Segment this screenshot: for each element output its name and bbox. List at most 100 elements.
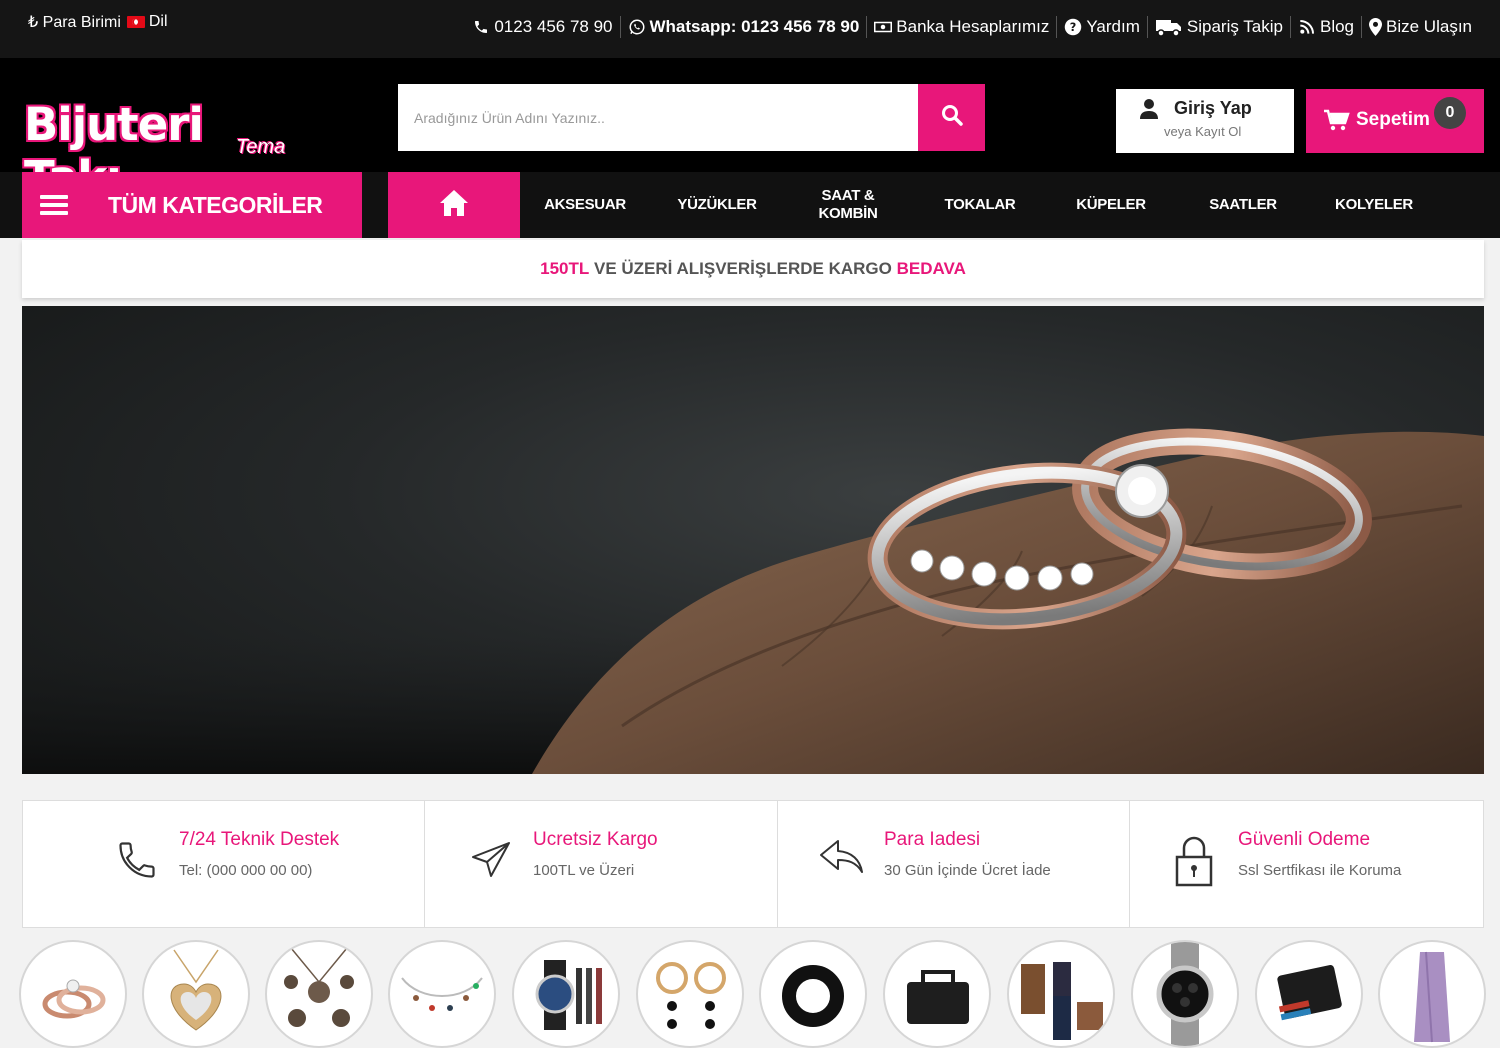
category-circle[interactable] xyxy=(19,940,127,1048)
lock-icon xyxy=(1174,835,1222,887)
login-subtitle: veya Kayıt Ol xyxy=(1164,124,1242,139)
wallet-icon xyxy=(1277,965,1342,1021)
feature-subtitle: 100TL ve Üzeri xyxy=(533,862,635,879)
top-bar-left: ₺ Para Birimi Dil xyxy=(28,12,168,32)
category-circle[interactable] xyxy=(512,940,620,1048)
feature-title: Ucretsiz Kargo xyxy=(533,829,658,850)
currency-selector[interactable]: ₺ Para Birimi xyxy=(28,12,121,32)
category-circle[interactable] xyxy=(142,940,250,1048)
category-circle[interactable] xyxy=(388,940,496,1048)
scarf-icon xyxy=(1414,951,1450,1043)
top-bar-links: 0123 456 78 90 Whatsapp: 0123 456 78 90 … xyxy=(465,16,1472,38)
top-link-help[interactable]: ? Yardım xyxy=(1057,16,1148,38)
category-circle[interactable] xyxy=(1378,940,1486,1048)
question-icon: ? xyxy=(1064,18,1082,36)
category-circle[interactable] xyxy=(636,940,744,1048)
feature-secure-payment: Güvenli Odeme Ssl Sertfikası ile Koruma xyxy=(1130,801,1483,927)
all-categories-label: TÜM KATEGORİLER xyxy=(108,191,323,218)
feature-subtitle: Ssl Sertfikası ile Koruma xyxy=(1238,862,1402,879)
reply-arrow-icon xyxy=(818,837,866,889)
top-link-blog[interactable]: Blog xyxy=(1291,16,1363,38)
jewelry-set-icon xyxy=(284,947,354,1027)
cart-label: Sepetim xyxy=(1356,109,1430,130)
turkey-flag-icon xyxy=(126,16,145,28)
hamburger-menu-icon xyxy=(40,191,68,219)
feature-refund: Para Iadesi 30 Gün İçinde Ücret İade xyxy=(778,801,1130,927)
bag-icon xyxy=(907,970,969,1024)
search-input[interactable] xyxy=(398,84,918,151)
nav-item-saat-kombin[interactable]: SAAT & KOMBİN xyxy=(783,172,913,238)
site-logo[interactable]: Bijuteri Takı Tema xyxy=(24,98,304,204)
top-link-label: Bize Ulaşın xyxy=(1386,17,1472,36)
top-link-label: Banka Hesaplarımız xyxy=(896,17,1050,36)
feature-shipping: Ucretsiz Kargo 100TL ve Üzeri xyxy=(425,801,778,927)
cart-button[interactable]: Sepetim 0 xyxy=(1306,89,1484,153)
nav-item-yuzukler[interactable]: YÜZÜKLER xyxy=(651,172,783,238)
language-selector[interactable]: Dil xyxy=(126,13,168,31)
map-marker-icon xyxy=(1369,18,1383,36)
home-icon xyxy=(439,189,469,222)
nav-item-tokalar[interactable]: TOKALAR xyxy=(914,172,1046,238)
category-circle[interactable] xyxy=(265,940,373,1048)
top-bar: ₺ Para Birimi Dil 0123 456 78 90 Whatsap… xyxy=(0,0,1500,58)
category-circle[interactable] xyxy=(759,940,867,1048)
truck-icon xyxy=(1155,18,1183,37)
top-link-label: 0123 456 78 90 xyxy=(494,17,613,36)
features-strip: 7/24 Teknik Destek Tel: (000 000 00 00) … xyxy=(22,800,1484,928)
promo-highlight: BEDAVA xyxy=(896,259,966,278)
feature-subtitle: 30 Gün İçinde Ücret İade xyxy=(884,862,1051,879)
feature-title: 7/24 Teknik Destek xyxy=(179,829,340,850)
hero-banner-slider[interactable] xyxy=(22,306,1484,774)
phone-icon xyxy=(472,18,490,36)
nav-item-aksesuar[interactable]: AKSESUAR xyxy=(519,172,651,238)
feature-subtitle: Tel: (000 000 00 00) xyxy=(179,862,313,879)
search-button[interactable] xyxy=(918,84,985,151)
login-title: Giriş Yap xyxy=(1174,98,1252,118)
top-link-label: Sipariş Takip xyxy=(1186,17,1283,36)
scrunchie-icon xyxy=(782,965,844,1027)
svg-text:?: ? xyxy=(1070,21,1077,34)
bracelet-icon xyxy=(401,977,483,1011)
rss-icon xyxy=(1298,18,1316,36)
category-circle[interactable] xyxy=(883,940,991,1048)
nav-item-saatler[interactable]: SAATLER xyxy=(1177,172,1309,238)
login-button[interactable]: Giriş Yap veya Kayıt Ol xyxy=(1116,89,1294,153)
top-link-label: Blog xyxy=(1319,17,1355,36)
money-icon xyxy=(874,18,893,36)
nav-item-kolyeler[interactable]: KOLYELER xyxy=(1308,172,1440,238)
top-link-order-tracking[interactable]: Sipariş Takip xyxy=(1148,16,1291,38)
feature-support: 7/24 Teknik Destek Tel: (000 000 00 00) xyxy=(23,801,425,927)
language-label: Dil xyxy=(148,13,168,30)
category-circle[interactable] xyxy=(1131,940,1239,1048)
top-link-contact[interactable]: Bize Ulaşın xyxy=(1362,16,1472,38)
category-circle[interactable] xyxy=(1255,940,1363,1048)
promo-amount: 150TL xyxy=(540,259,590,278)
category-circle[interactable] xyxy=(1007,940,1115,1048)
heart-necklace-icon xyxy=(170,949,222,1031)
watch-set-icon xyxy=(535,960,602,1030)
top-link-phone[interactable]: 0123 456 78 90 xyxy=(465,16,621,38)
all-categories-button[interactable]: TÜM KATEGORİLER xyxy=(22,172,362,238)
shopping-cart-icon xyxy=(1324,109,1350,136)
outfit-icon xyxy=(1021,962,1103,1040)
feature-title: Para Iadesi xyxy=(884,829,981,850)
paper-plane-icon xyxy=(469,837,517,889)
home-button[interactable] xyxy=(388,172,520,238)
top-link-label: Yardım xyxy=(1086,17,1140,36)
earrings-icon xyxy=(656,962,726,1029)
whatsapp-icon xyxy=(628,18,646,36)
category-carousel xyxy=(0,940,1500,1048)
top-link-label: Whatsapp: 0123 456 78 90 xyxy=(649,17,860,36)
logo-sub-text: Tema xyxy=(236,136,286,158)
lira-icon: ₺ xyxy=(28,14,39,31)
top-link-whatsapp[interactable]: Whatsapp: 0123 456 78 90 xyxy=(621,16,868,38)
main-nav: TÜM KATEGORİLER AKSESUAR YÜZÜKLER SAAT &… xyxy=(0,172,1500,238)
currency-label: Para Birimi xyxy=(42,14,121,31)
rings-on-leaf-image xyxy=(22,428,1484,774)
nav-item-kupeler[interactable]: KÜPELER xyxy=(1045,172,1177,238)
search-icon xyxy=(940,103,964,132)
free-shipping-banner: 150TL VE ÜZERİ ALIŞVERİŞLERDE KARGO BEDA… xyxy=(22,240,1484,298)
phone-icon xyxy=(115,837,163,889)
user-icon xyxy=(1140,99,1158,124)
top-link-bank-accounts[interactable]: Banka Hesaplarımız xyxy=(867,16,1058,38)
